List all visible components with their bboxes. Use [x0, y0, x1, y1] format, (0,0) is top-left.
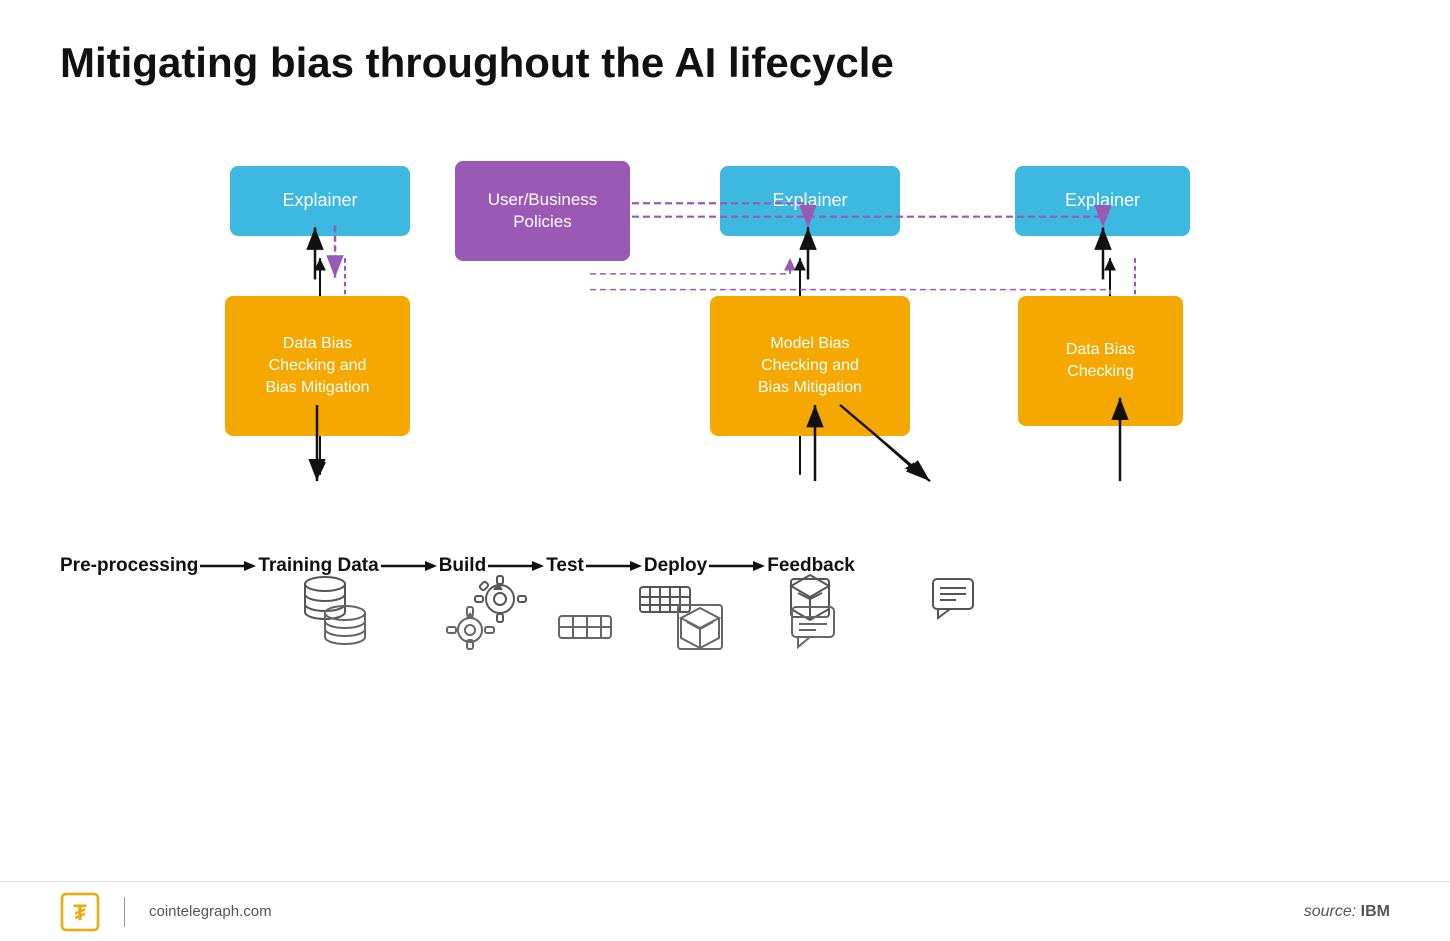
svg-text:₮: ₮	[73, 900, 87, 925]
footer-url: cointelegraph.com	[149, 903, 272, 920]
footer-brand: IBM	[1361, 903, 1390, 920]
data-bias-2-box: Data Bias Checking	[1018, 296, 1183, 426]
training-data-icon-2	[280, 603, 410, 653]
feedback-icon-2	[760, 603, 870, 653]
footer: ₮ cointelegraph.com source: IBM	[0, 881, 1450, 941]
model-bias-box: Model Bias Checking and Bias Mitigation	[710, 296, 910, 436]
cointelegraph-logo-icon: ₮	[60, 892, 100, 932]
arrow-b	[379, 555, 439, 577]
user-business-box: User/Business Policies	[455, 161, 630, 261]
feedback-icon	[915, 574, 995, 624]
deploy-icon-2	[640, 600, 760, 655]
step-training: Training Data	[258, 555, 378, 577]
footer-logo: ₮ cointelegraph.com	[60, 892, 272, 932]
explainer-box-3: Explainer	[1015, 166, 1190, 236]
page-title: Mitigating bias throughout the AI lifecy…	[60, 40, 1390, 86]
arrow-d	[584, 555, 644, 577]
arrow-c	[486, 555, 546, 577]
step-build: Build	[439, 555, 487, 577]
test-icon-2	[530, 610, 640, 645]
icons-absolute-row	[60, 600, 870, 655]
explainer-box-1: Explainer	[230, 166, 410, 236]
arrow-a	[198, 555, 258, 577]
step-feedback: Feedback	[767, 555, 855, 577]
step-preprocessing: Pre-processing	[60, 555, 198, 577]
build-icon-2	[410, 603, 530, 653]
step-deploy: Deploy	[644, 555, 707, 577]
footer-source: source: IBM	[1304, 903, 1390, 921]
arrow-e	[707, 555, 767, 577]
lifecycle-absolute-row: Pre-processing Training Data Build Test …	[60, 555, 855, 577]
footer-divider	[124, 897, 125, 927]
explainer-box-2: Explainer	[720, 166, 900, 236]
step-test: Test	[546, 555, 584, 577]
diagram-area: Pre-processing Training Data Build Test …	[60, 136, 1390, 656]
data-bias-1-box: Data Bias Checking and Bias Mitigation	[225, 296, 410, 436]
